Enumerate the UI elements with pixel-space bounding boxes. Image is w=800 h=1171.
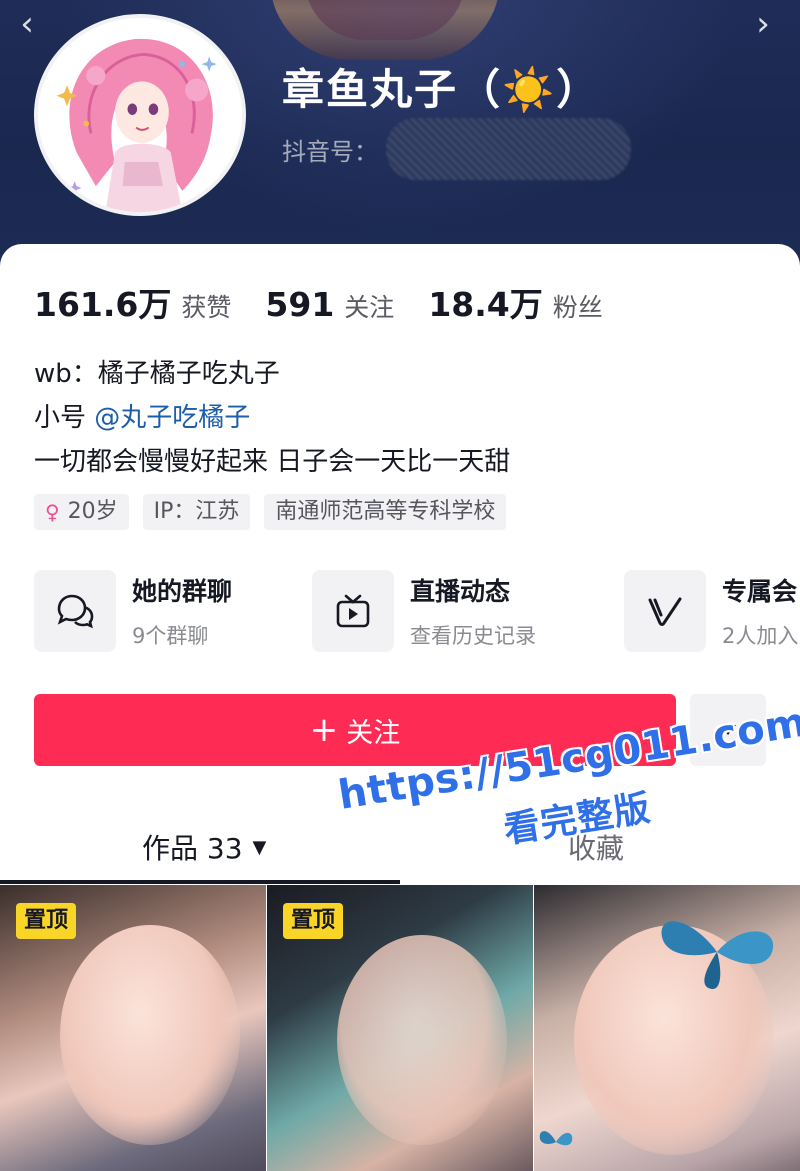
butterfly-icon [661, 921, 774, 990]
video-thumbnail[interactable]: 置顶 [267, 885, 533, 1171]
active-tab-indicator [0, 880, 400, 884]
profile-tags: ♀ 20岁 IP：江苏 南通师范高等专科学校 [34, 494, 520, 530]
thumbnail-image [337, 935, 507, 1145]
stat-followers-label: 粉丝 [552, 293, 603, 322]
feature-live-history[interactable]: 直播动态 查看历史记录 [312, 570, 536, 652]
feature-group-chat-title: 她的群聊 [132, 577, 233, 606]
female-icon: ♀ [45, 500, 60, 524]
tab-works-label: 作品 33 [142, 832, 243, 865]
feature-group-chat[interactable]: 她的群聊 9个群聊 [34, 570, 232, 652]
video-thumbnail[interactable] [534, 885, 800, 1171]
profile-header: ‹ › 章鱼丸子（☀️） 抖音号： [0, 0, 800, 270]
stat-likes-value: 161.6万 [34, 285, 172, 324]
bio: wb：橘子橘子吃丸子 小号 @丸子吃橘子 一切都会慢慢好起来 日子会一天比一天甜 [34, 352, 510, 484]
tab-works[interactable]: 作品 33 ▼ [142, 822, 266, 872]
plus-icon: + [309, 710, 339, 750]
bio-mention-link[interactable]: @丸子吃橘子 [94, 403, 250, 433]
pinned-badge: 置顶 [283, 903, 344, 939]
feature-club-title: 专属会 [722, 577, 798, 606]
chevron-right-icon[interactable]: › [748, 6, 778, 42]
chat-bubbles-icon [34, 570, 116, 652]
tag-age: ♀ 20岁 [34, 494, 129, 530]
tag-age-label: 20岁 [67, 499, 118, 524]
bio-line-alt-account: 小号 @丸子吃橘子 [34, 396, 510, 440]
follow-button-label: 关注 [346, 717, 401, 749]
stat-followers[interactable]: 18.4万 粉丝 [428, 278, 602, 326]
feature-group-chat-subtitle: 9个群聊 [132, 624, 209, 648]
tab-collections[interactable]: 收藏 [568, 822, 624, 872]
bio-line-motto: 一切都会慢慢好起来 日子会一天比一天甜 [34, 447, 511, 477]
feature-live-title: 直播动态 [410, 577, 511, 606]
feature-exclusive-club[interactable]: 专属会 2人加入 [624, 570, 798, 652]
caret-down-icon: ▼ [252, 836, 267, 858]
caret-down-icon [720, 725, 736, 735]
content-tabs: 作品 33 ▼ 收藏 [0, 822, 800, 884]
profile-card: 161.6万 获赞 591 关注 18.4万 粉丝 wb：橘子橘子吃丸子 小号 … [0, 244, 800, 1171]
nickname: 章鱼丸子（☀️） [282, 65, 601, 114]
header-background-art [270, 0, 500, 60]
stats-row: 161.6万 获赞 591 关注 18.4万 粉丝 [34, 278, 637, 326]
more-dropdown-button[interactable] [690, 694, 766, 766]
bio-alt-prefix: 小号 [34, 403, 87, 433]
thumbnail-image [60, 925, 240, 1145]
v-icon [624, 570, 706, 652]
butterfly-icon [539, 1131, 573, 1146]
follow-button[interactable]: + 关注 [34, 694, 676, 766]
profile-page: ‹ › 章鱼丸子（☀️） 抖音号： 161.6万 获赞 591 关注 18.4万… [0, 0, 800, 1171]
avatar-illustration [38, 18, 242, 212]
tag-school[interactable]: 南通师范高等专科学校 [264, 494, 507, 530]
feature-club-subtitle: 2人加入 [722, 624, 799, 648]
douyin-id-row: 抖音号： [282, 118, 631, 180]
stat-likes-label: 获赞 [181, 293, 232, 322]
douyin-id-obscured [386, 118, 631, 180]
tv-play-icon [312, 570, 394, 652]
stat-followers-value: 18.4万 [428, 285, 543, 324]
stat-following[interactable]: 591 关注 [265, 285, 394, 324]
stat-following-label: 关注 [344, 293, 395, 322]
feature-live-subtitle: 查看历史记录 [410, 624, 536, 648]
feature-entries: 她的群聊 9个群聊 直播动态 查看历史记录 专属会 2人加入 [34, 570, 800, 652]
pinned-badge: 置顶 [16, 903, 77, 939]
video-thumbnail[interactable]: 置顶 [0, 885, 266, 1171]
chevron-left-icon[interactable]: ‹ [12, 6, 42, 42]
bio-line-wb: wb：橘子橘子吃丸子 [34, 359, 280, 389]
douyin-id-label: 抖音号： [282, 137, 378, 166]
works-grid: 置顶 置顶 [0, 885, 800, 1171]
tag-ip: IP：江苏 [142, 494, 251, 530]
avatar[interactable] [34, 14, 246, 216]
stat-following-value: 591 [265, 285, 335, 324]
stat-likes[interactable]: 161.6万 获赞 [34, 278, 231, 326]
